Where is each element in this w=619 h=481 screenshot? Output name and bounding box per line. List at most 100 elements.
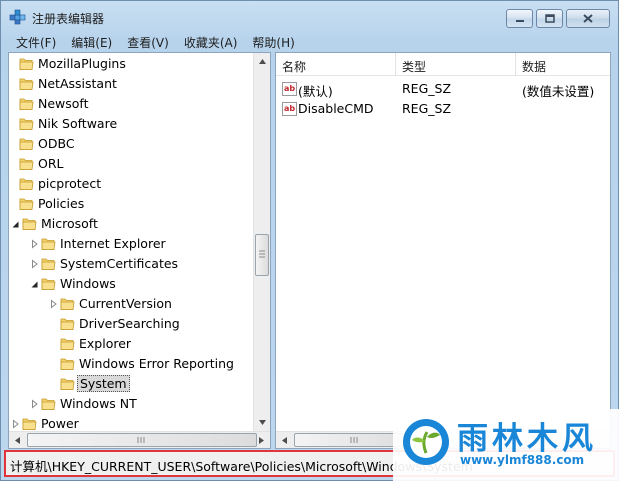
tree-item-label: Explorer [79,336,132,351]
arrow-right-icon [259,437,264,444]
folder-icon [60,298,75,310]
tree-item[interactable]: Policies [9,194,255,214]
tree-horizontal-scrollbar[interactable] [9,431,270,448]
registry-editor-window: 注册表编辑器 文件(F) 编辑(E) 查看(V) 收藏夹(A) 帮助(H) Mo… [0,0,619,481]
arrow-down-icon [259,420,266,425]
tree-item-label: MozillaPlugins [38,56,126,71]
value-data: (数值未设置) [522,84,595,99]
folder-icon [60,358,75,370]
scroll-right-button[interactable] [253,432,270,448]
scroll-up-button[interactable] [254,53,270,70]
scroll-down-button[interactable] [254,414,270,431]
tree-item[interactable]: ODBC [9,134,255,154]
arrow-up-icon [259,59,266,64]
tree-item-label: picprotect [38,176,102,191]
tree-item[interactable]: NetAssistant [9,74,255,94]
list-row[interactable]: ab DisableCMD REG_SZ [276,99,610,119]
folder-icon [19,178,34,190]
column-header-data[interactable]: 数据 [516,53,610,76]
expand-arrow-icon[interactable] [12,419,20,429]
expand-arrow-icon[interactable] [31,259,39,269]
tree-item-label: ODBC [38,136,75,151]
collapse-arrow-icon[interactable] [12,219,20,229]
folder-icon [41,278,56,290]
folder-icon [60,338,75,350]
window-controls [506,9,610,29]
string-value-icon: ab [282,82,297,96]
scroll-left-button[interactable] [9,432,26,448]
folder-icon [19,118,34,130]
menu-view[interactable]: 查看(V) [119,32,176,51]
tree-item[interactable]: Microsoft [9,214,255,234]
arrow-left-icon [282,437,287,444]
value-name: DisableCMD [298,101,374,116]
values-list-pane[interactable]: 名称 类型 数据 ab (默认) REG_SZ (数值未设置) ab Disab… [275,52,611,449]
folder-icon [41,238,56,250]
tree-item-label: System [77,375,130,392]
close-button[interactable] [566,9,610,28]
menu-help[interactable]: 帮助(H) [244,32,301,51]
grip-icon [259,250,265,258]
horizontal-scroll-thumb[interactable] [27,433,257,447]
tree-item[interactable]: DriverSearching [9,314,255,334]
tree-item-label: ORL [38,156,64,171]
folder-icon [19,58,34,70]
folder-icon [19,78,34,90]
registry-editor-icon [9,9,26,25]
tree-item-label: Microsoft [41,216,98,231]
watermark-url: www.ylmf888.com [460,453,585,467]
tree-item-label: Internet Explorer [60,236,166,251]
tree-item-label: Policies [38,196,85,211]
folder-icon [19,158,34,170]
expand-arrow-icon[interactable] [31,399,39,409]
arrow-left-icon [15,437,20,444]
minimize-button[interactable] [506,9,533,28]
tree-item[interactable]: ORL [9,154,255,174]
menu-file[interactable]: 文件(F) [8,32,63,51]
maximize-button[interactable] [536,9,563,28]
tree-item[interactable]: picprotect [9,174,255,194]
watermark-brand: 雨林木风 [457,421,597,457]
value-type: REG_SZ [402,101,452,116]
tree-item[interactable]: MozillaPlugins [9,54,255,74]
folder-icon [19,98,34,110]
title-bar[interactable]: 注册表编辑器 [1,1,618,31]
folder-icon [60,378,75,390]
tree-vertical-scrollbar[interactable] [253,53,270,431]
value-type: REG_SZ [402,81,452,96]
tree-item[interactable]: System [9,374,255,394]
expand-arrow-icon[interactable] [31,239,39,249]
tree-item[interactable]: Nik Software [9,114,255,134]
tree-item-label: Nik Software [38,116,118,131]
tree-item[interactable]: Internet Explorer [9,234,255,254]
tree-item[interactable]: Windows [9,274,255,294]
tree-item[interactable]: Windows NT [9,394,255,414]
expand-arrow-icon[interactable] [50,299,58,309]
column-header-name[interactable]: 名称 [276,53,396,76]
tree-item-label: Windows [60,276,116,291]
leaf-logo-icon [403,419,449,465]
tree-item-label: NetAssistant [38,76,117,91]
minimize-icon [515,19,524,22]
tree-item-label: DriverSearching [79,316,180,331]
tree-item[interactable]: Explorer [9,334,255,354]
collapse-arrow-icon[interactable] [31,279,39,289]
tree-item[interactable]: Newsoft [9,94,255,114]
menu-edit[interactable]: 编辑(E) [63,32,119,51]
tree-item-label: Windows NT [60,396,137,411]
watermark: 雨林木风 www.ylmf888.com [393,409,619,481]
registry-tree-pane[interactable]: MozillaPlugins NetAssistant Newsoft Nik Sof… [8,52,271,449]
value-name: (默认) [298,84,333,99]
tree-item[interactable]: SystemCertificates [9,254,255,274]
window-title: 注册表编辑器 [32,12,105,26]
tree-item-label: Newsoft [38,96,89,111]
string-value-icon: ab [282,102,297,116]
scroll-thumb[interactable] [255,234,269,276]
column-header-type[interactable]: 类型 [396,53,516,76]
tree-item[interactable]: Windows Error Reporting [9,354,255,374]
menu-favorites[interactable]: 收藏夹(A) [176,32,245,51]
tree-item[interactable]: CurrentVersion [9,294,255,314]
list-row[interactable]: ab (默认) REG_SZ (数值未设置) [276,79,610,99]
tree-item-label: CurrentVersion [79,296,172,311]
scroll-left-button[interactable] [276,432,293,448]
